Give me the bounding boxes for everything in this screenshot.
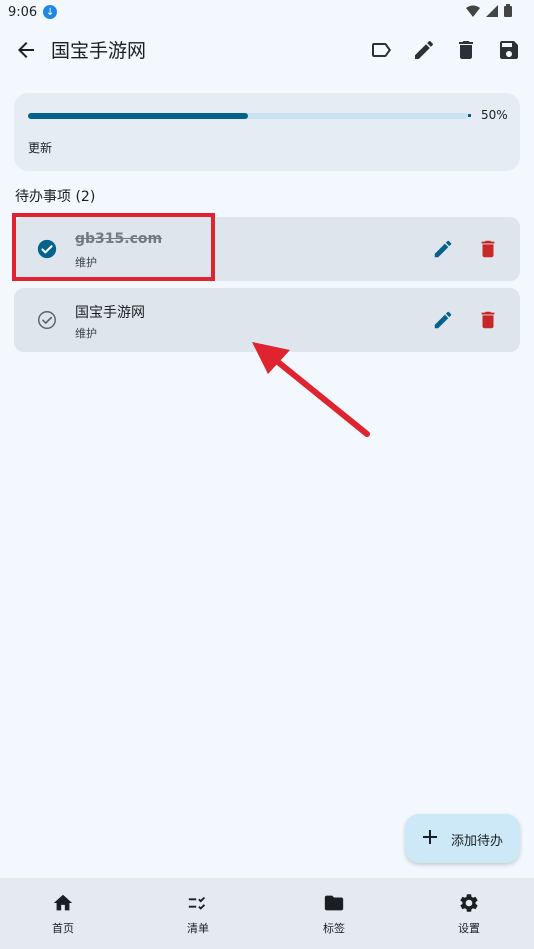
todo-title: 国宝手游网: [75, 305, 145, 321]
todo-item[interactable]: 国宝手游网 维护: [14, 288, 520, 352]
page-title: 国宝手游网: [51, 40, 147, 62]
edit-icon[interactable]: [412, 38, 436, 62]
nav-item-tags[interactable]: 标签: [284, 878, 384, 949]
nav-label: 首页: [52, 922, 74, 935]
nav-item-checklist[interactable]: 清单: [148, 878, 248, 949]
progress-card: 50% 更新: [14, 93, 520, 171]
home-icon: [53, 894, 73, 911]
progress-end-marker: [468, 114, 471, 117]
gear-icon: [460, 894, 478, 912]
delete-icon[interactable]: [477, 309, 499, 331]
add-todo-button[interactable]: 添加待办: [405, 814, 520, 863]
save-icon[interactable]: [497, 38, 521, 62]
delete-icon[interactable]: [454, 38, 478, 62]
nav-label: 标签: [323, 922, 345, 935]
download-icon: ↓: [43, 5, 58, 19]
progress-bar-fill: [28, 113, 248, 119]
nav-label: 清单: [187, 922, 209, 935]
progress-label: 更新: [28, 141, 53, 155]
add-todo-label: 添加待办: [451, 834, 504, 849]
battery-icon: [504, 4, 512, 17]
edit-icon[interactable]: [432, 309, 454, 331]
todo-section-title: 待办事项 (2): [15, 189, 96, 205]
status-time: 9:06: [8, 4, 38, 20]
label-icon[interactable]: [369, 38, 393, 62]
delete-icon[interactable]: [477, 238, 499, 260]
nav-item-home[interactable]: 首页: [13, 878, 113, 949]
signal-icon: [486, 4, 498, 17]
edit-icon[interactable]: [432, 238, 454, 260]
nav-item-settings[interactable]: 设置: [419, 878, 519, 949]
folder-icon: [324, 895, 344, 911]
checklist-icon: [188, 896, 206, 910]
status-bar: 9:06 ↓: [0, 0, 534, 24]
arrow-back-icon[interactable]: [14, 38, 38, 62]
wifi-icon: [466, 5, 480, 17]
plus-icon: [423, 830, 437, 844]
unchecked-circle-icon[interactable]: [36, 309, 58, 331]
progress-bar: [28, 113, 468, 119]
nav-label: 设置: [458, 922, 480, 935]
status-icons: [466, 4, 512, 17]
app-bar: 国宝手游网: [0, 24, 534, 76]
progress-percent: 50%: [481, 108, 508, 122]
annotation-highlight-box: [12, 213, 215, 281]
todo-subtitle: 维护: [75, 327, 97, 340]
bottom-nav: 首页 清单 标签 设置: [0, 878, 534, 949]
